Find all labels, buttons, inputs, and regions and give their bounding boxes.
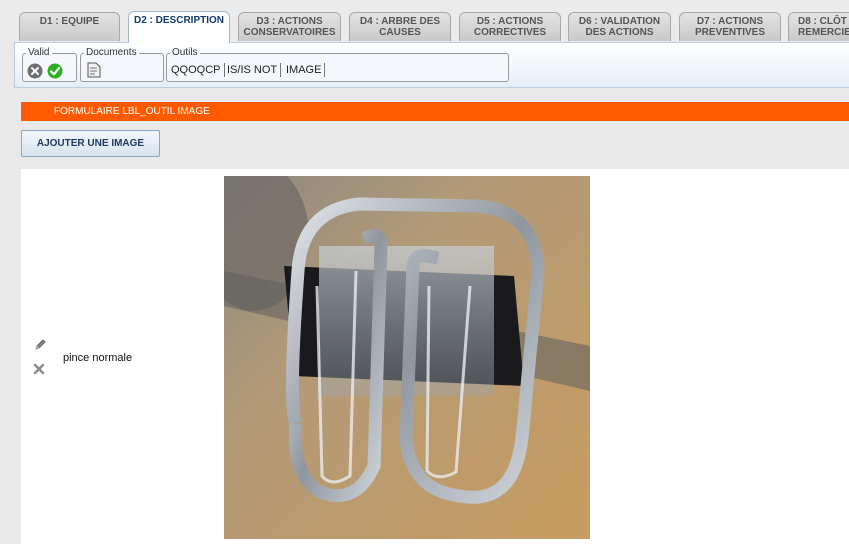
tool-qqoqcp[interactable]: QQOQCP	[171, 63, 225, 77]
tab-d5-actions-correctives[interactable]: D5 : ACTIONS CORRECTIVES	[459, 12, 561, 41]
form-header-bar: FORMULAIRE LBL_OUTIL IMAGE	[21, 102, 849, 121]
valid-legend: Valid	[28, 47, 50, 58]
tab-d2-description[interactable]: D2 : DESCRIPTION	[128, 11, 230, 43]
edit-pencil-icon[interactable]	[34, 338, 46, 351]
add-image-button[interactable]: AJOUTER UNE IMAGE	[21, 130, 160, 157]
tool-image[interactable]: IMAGE	[286, 63, 326, 77]
tab-d4-arbre-des-causes[interactable]: D4 : ARBRE DES CAUSES	[349, 12, 451, 41]
document-icon[interactable]	[87, 62, 101, 78]
tool-is-is-not[interactable]: IS/IS NOT	[227, 63, 282, 77]
validate-check-icon[interactable]	[47, 63, 63, 79]
tab-d6-validation-des-actions[interactable]: D6 : VALIDATION DES ACTIONS	[568, 12, 671, 41]
cancel-icon[interactable]	[27, 63, 43, 79]
tab-d1-equipe[interactable]: D1 : EQUIPE	[19, 12, 120, 41]
tab-d8-cloture[interactable]: D8 : CLÔT REMERCIE	[788, 12, 849, 41]
image-caption: pince normale	[63, 352, 133, 364]
tab-bar: D1 : EQUIPE D2 : DESCRIPTION D3 : ACTION…	[0, 0, 849, 43]
outils-legend: Outils	[172, 47, 198, 58]
part-photo[interactable]	[224, 176, 590, 539]
tab-d3-actions-conservatoires[interactable]: D3 : ACTIONS CONSERVATOIRES	[238, 12, 341, 41]
delete-x-icon[interactable]	[33, 363, 45, 375]
tab-d7-actions-preventives[interactable]: D7 : ACTIONS PREVENTIVES	[679, 12, 781, 41]
documents-legend: Documents	[86, 47, 137, 58]
